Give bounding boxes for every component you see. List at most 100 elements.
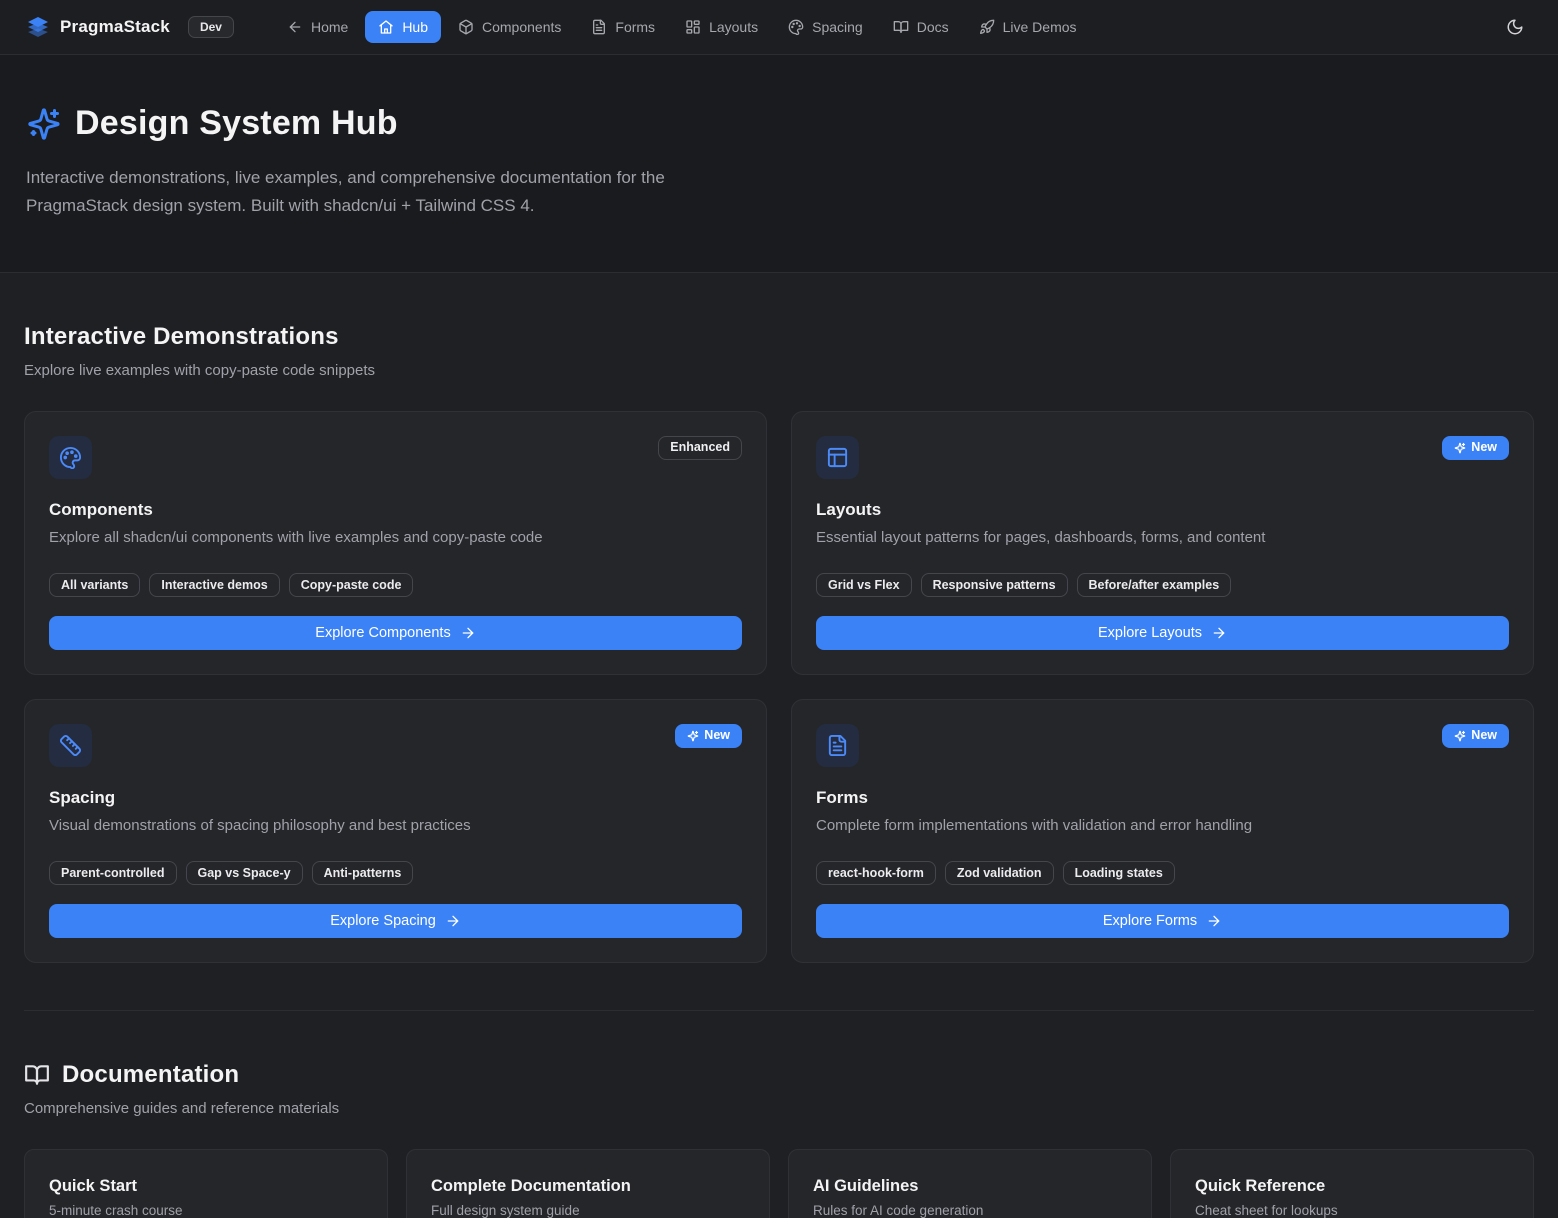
button-label: Explore Spacing	[330, 913, 436, 929]
doc-card-title: Quick Start	[49, 1177, 363, 1196]
arrow-right-icon	[1211, 625, 1227, 641]
explore-spacing-button[interactable]: Explore Spacing	[49, 904, 742, 938]
documentation-section: Documentation Comprehensive guides and r…	[24, 1011, 1534, 1218]
nav-links: Home Hub Components Forms Layouts	[274, 11, 1090, 43]
demo-card-layouts: New Layouts Essential layout patterns fo…	[791, 411, 1534, 675]
layers-logo-icon	[26, 15, 50, 39]
nav-item-label: Home	[311, 19, 348, 35]
explore-layouts-button[interactable]: Explore Layouts	[816, 616, 1509, 650]
layout-grid-icon	[685, 19, 701, 35]
tag: Parent-controlled	[49, 861, 177, 885]
nav-item-label: Docs	[917, 19, 949, 35]
moon-icon	[1506, 18, 1524, 36]
card-title: Layouts	[816, 500, 1509, 520]
badge-label: New	[1471, 728, 1497, 744]
button-label: Explore Layouts	[1098, 625, 1202, 641]
card-title: Forms	[816, 788, 1509, 808]
card-title: Components	[49, 500, 742, 520]
status-badge: Enhanced	[658, 436, 742, 460]
nav-item-spacing[interactable]: Spacing	[775, 11, 876, 43]
doc-card-title: AI Guidelines	[813, 1177, 1127, 1196]
tag: Grid vs Flex	[816, 573, 912, 597]
tag: Anti-patterns	[312, 861, 414, 885]
button-label: Explore Forms	[1103, 913, 1197, 929]
nav-item-home[interactable]: Home	[274, 11, 361, 43]
tag: react-hook-form	[816, 861, 936, 885]
tag: All variants	[49, 573, 140, 597]
nav-item-label: Hub	[402, 19, 428, 35]
book-open-icon	[893, 19, 909, 35]
doc-card-description: Cheat sheet for lookups	[1195, 1203, 1509, 1218]
doc-card-description: Full design system guide	[431, 1203, 745, 1218]
nav-item-label: Spacing	[812, 19, 863, 35]
brand[interactable]: PragmaStack Dev	[26, 15, 234, 39]
doc-card-description: 5-minute crash course	[49, 1203, 363, 1218]
nav-item-label: Components	[482, 19, 561, 35]
status-badge: New	[675, 724, 742, 748]
interactive-demos-section: Interactive Demonstrations Explore live …	[24, 273, 1534, 963]
card-description: Complete form implementations with valid…	[816, 817, 1509, 834]
page-description: Interactive demonstrations, live example…	[26, 164, 761, 220]
top-navbar: PragmaStack Dev Home Hub Components Fo	[0, 0, 1558, 55]
doc-card-description: Rules for AI code generation	[813, 1203, 1127, 1218]
tag-list: All variants Interactive demos Copy-past…	[49, 573, 742, 597]
tag: Interactive demos	[149, 573, 279, 597]
doc-card-quick-reference[interactable]: Quick Reference Cheat sheet for lookups	[1170, 1149, 1534, 1218]
docs-heading: Documentation	[62, 1061, 239, 1089]
tag-list: Parent-controlled Gap vs Space-y Anti-pa…	[49, 861, 742, 885]
doc-card-ai-guidelines[interactable]: AI Guidelines Rules for AI code generati…	[788, 1149, 1152, 1218]
card-description: Essential layout patterns for pages, das…	[816, 529, 1509, 546]
demos-heading: Interactive Demonstrations	[24, 323, 1534, 351]
sparkles-icon	[687, 730, 699, 742]
file-text-icon	[816, 724, 859, 767]
arrow-left-icon	[287, 19, 303, 35]
tag: Zod validation	[945, 861, 1054, 885]
docs-card-grid: Quick Start 5-minute crash course Comple…	[24, 1149, 1534, 1218]
brand-name: PragmaStack	[60, 17, 170, 37]
card-title: Spacing	[49, 788, 742, 808]
demo-card-components: Enhanced Components Explore all shadcn/u…	[24, 411, 767, 675]
nav-item-label: Live Demos	[1003, 19, 1077, 35]
main-content: Interactive Demonstrations Explore live …	[0, 273, 1558, 1218]
tag-list: Grid vs Flex Responsive patterns Before/…	[816, 573, 1509, 597]
doc-card-title: Complete Documentation	[431, 1177, 745, 1196]
explore-forms-button[interactable]: Explore Forms	[816, 904, 1509, 938]
doc-card-quick-start[interactable]: Quick Start 5-minute crash course	[24, 1149, 388, 1218]
nav-item-docs[interactable]: Docs	[880, 11, 962, 43]
nav-item-live-demos[interactable]: Live Demos	[966, 11, 1090, 43]
sparkles-icon	[1454, 730, 1466, 742]
nav-item-label: Layouts	[709, 19, 758, 35]
demo-card-spacing: New Spacing Visual demonstrations of spa…	[24, 699, 767, 963]
explore-components-button[interactable]: Explore Components	[49, 616, 742, 650]
arrow-right-icon	[460, 625, 476, 641]
nav-item-forms[interactable]: Forms	[578, 11, 668, 43]
doc-card-complete-documentation[interactable]: Complete Documentation Full design syste…	[406, 1149, 770, 1218]
panels-top-left-icon	[816, 436, 859, 479]
card-description: Explore all shadcn/ui components with li…	[49, 529, 742, 546]
demo-card-grid: Enhanced Components Explore all shadcn/u…	[24, 411, 1534, 963]
nav-item-layouts[interactable]: Layouts	[672, 11, 771, 43]
sparkles-icon	[26, 106, 62, 142]
file-text-icon	[591, 19, 607, 35]
theme-toggle-button[interactable]	[1498, 10, 1532, 44]
arrow-right-icon	[445, 913, 461, 929]
tag: Before/after examples	[1077, 573, 1232, 597]
demo-card-forms: New Forms Complete form implementations …	[791, 699, 1534, 963]
nav-item-label: Forms	[615, 19, 655, 35]
tag: Copy-paste code	[289, 573, 414, 597]
badge-label: New	[704, 728, 730, 744]
tag: Responsive patterns	[921, 573, 1068, 597]
page-title: Design System Hub	[75, 104, 398, 143]
book-open-icon	[24, 1062, 50, 1088]
nav-item-hub[interactable]: Hub	[365, 11, 441, 43]
badge-label: New	[1471, 440, 1497, 456]
hero-section: Design System Hub Interactive demonstrat…	[0, 55, 1558, 273]
box-icon	[458, 19, 474, 35]
button-label: Explore Components	[315, 625, 450, 641]
ruler-icon	[49, 724, 92, 767]
nav-item-components[interactable]: Components	[445, 11, 574, 43]
env-badge: Dev	[188, 16, 234, 38]
doc-card-title: Quick Reference	[1195, 1177, 1509, 1196]
status-badge: New	[1442, 436, 1509, 460]
card-description: Visual demonstrations of spacing philoso…	[49, 817, 742, 834]
